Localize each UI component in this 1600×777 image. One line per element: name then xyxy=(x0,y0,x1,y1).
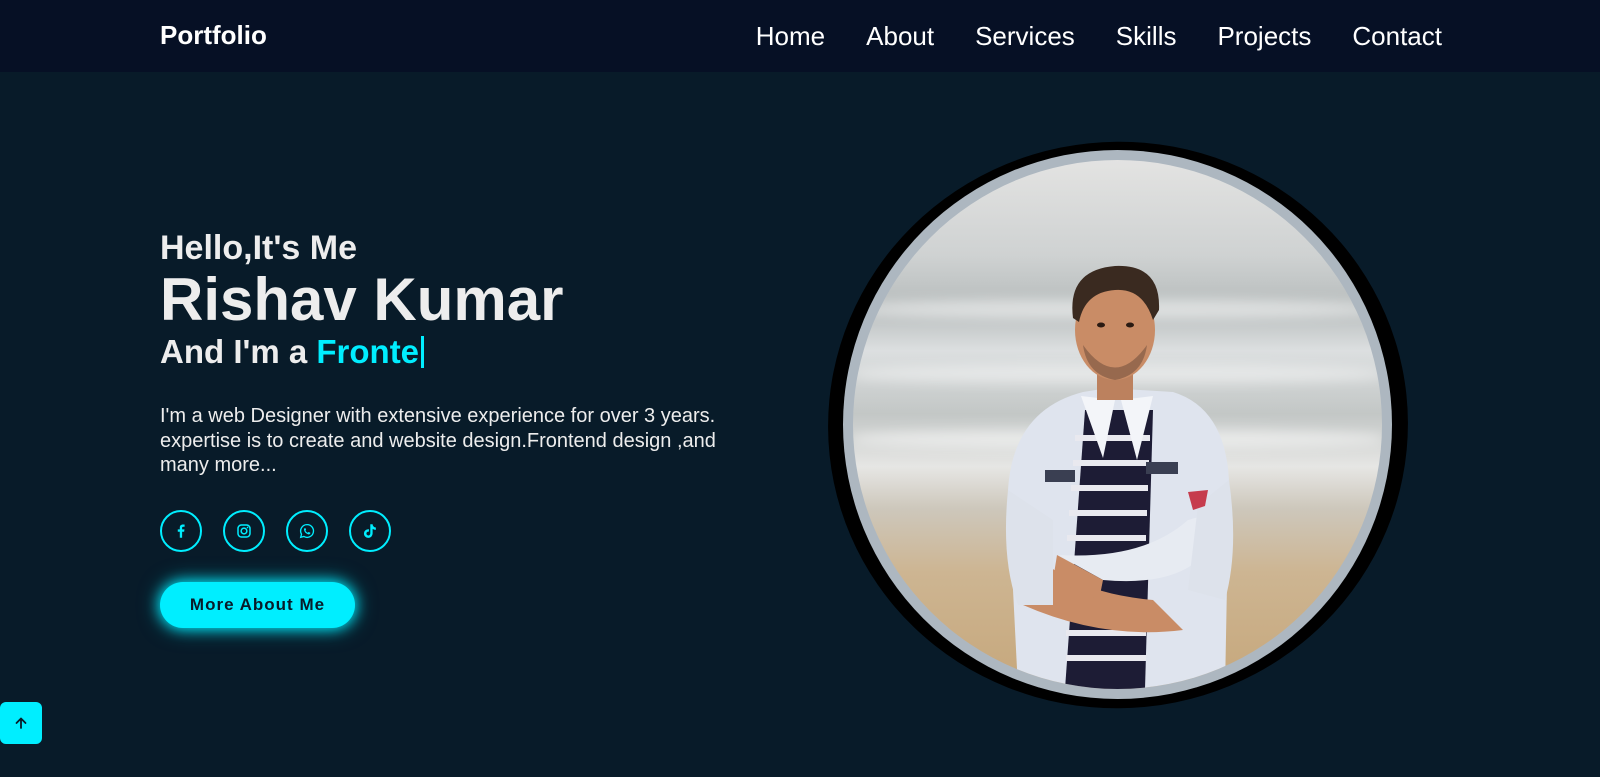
tiktok-icon[interactable] xyxy=(349,509,391,552)
hero-content: Hello,It's Me Rishav Kumar And I'm a Fro… xyxy=(160,228,780,628)
profile-photo-frame xyxy=(799,113,1437,737)
social-links xyxy=(160,509,780,552)
nav-link-contact[interactable]: Contact xyxy=(1352,20,1442,52)
typing-caret xyxy=(421,336,425,368)
arrow-up-icon xyxy=(15,717,27,729)
whatsapp-icon[interactable] xyxy=(286,509,328,552)
role-typed-text: Fronte xyxy=(316,333,420,370)
hero-bio: I'm a web Designer with extensive experi… xyxy=(160,405,716,476)
nav-links: Home About Services Skills Projects Cont… xyxy=(756,20,1442,52)
hero-greeting: Hello,It's Me xyxy=(160,229,358,267)
scroll-to-top-button[interactable] xyxy=(0,702,42,744)
more-about-me-button[interactable]: More About Me xyxy=(160,581,355,628)
nav-link-projects[interactable]: Projects xyxy=(1217,20,1311,52)
logo[interactable]: Portfolio xyxy=(160,20,267,51)
navbar: Portfolio Home About Services Skills Pro… xyxy=(0,0,1600,72)
nav-link-about[interactable]: About xyxy=(866,20,934,52)
facebook-glyph xyxy=(177,523,185,538)
nav-link-skills[interactable]: Skills xyxy=(1116,20,1177,52)
hero-name: Rishav Kumar xyxy=(160,266,564,333)
whatsapp-glyph xyxy=(299,523,315,538)
instagram-icon[interactable] xyxy=(223,509,265,552)
instagram-glyph xyxy=(237,523,251,538)
facebook-icon[interactable] xyxy=(160,509,202,552)
tiktok-glyph xyxy=(363,523,376,538)
profile-photo xyxy=(853,160,1382,689)
person-figure xyxy=(1005,265,1234,689)
hero-role: And I'm a Fronte xyxy=(160,332,780,372)
role-prefix: And I'm a xyxy=(160,333,317,370)
nav-link-services[interactable]: Services xyxy=(975,20,1075,52)
nav-link-home[interactable]: Home xyxy=(756,20,825,52)
